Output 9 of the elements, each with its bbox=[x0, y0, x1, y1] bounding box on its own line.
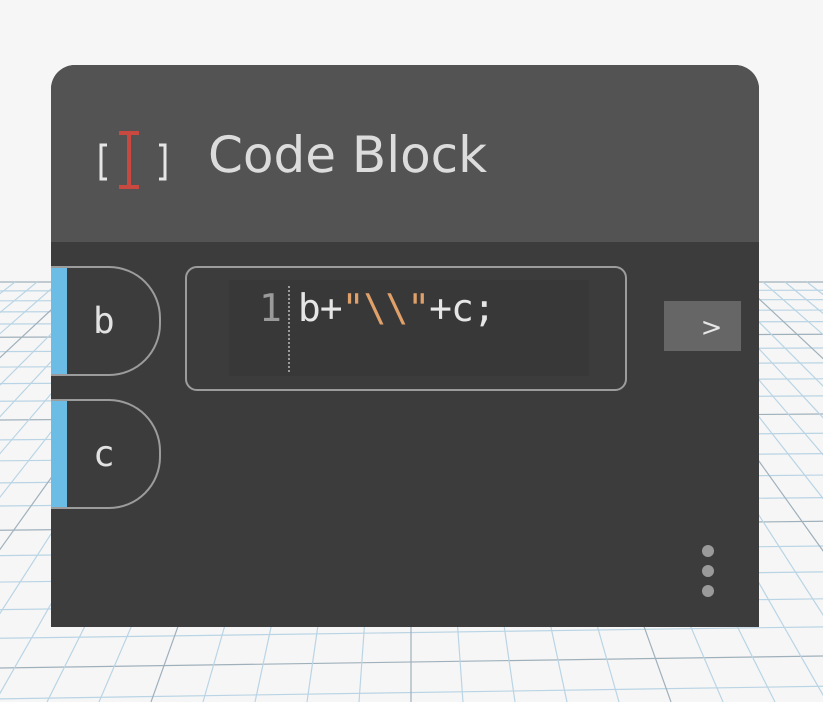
input-port[interactable]: b bbox=[51, 266, 161, 376]
code-block-node[interactable]: Code Block b c 1 b+"\\"+c; > bbox=[51, 65, 759, 627]
input-port[interactable]: c bbox=[51, 399, 161, 509]
more-options-icon[interactable] bbox=[701, 544, 715, 598]
line-number: 1 bbox=[259, 285, 282, 332]
code-editor[interactable]: 1 b+"\\"+c; bbox=[185, 266, 627, 391]
node-title: Code Block bbox=[208, 126, 488, 184]
code-line: b+"\\"+c; bbox=[298, 285, 495, 332]
output-port[interactable]: > bbox=[664, 301, 741, 351]
